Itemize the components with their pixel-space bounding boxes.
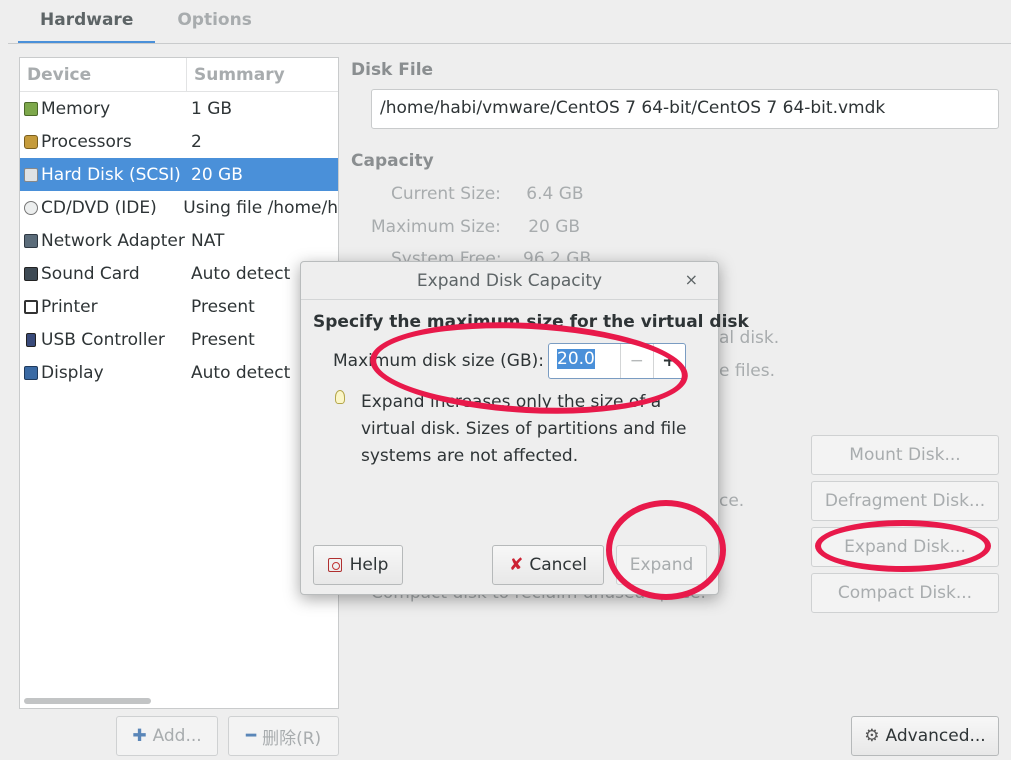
settings-icon: ⚙ bbox=[864, 726, 880, 746]
disk-file-heading: Disk File bbox=[351, 60, 434, 80]
max-disk-size-value: 20.0 bbox=[557, 349, 595, 369]
device-name: Network Adapter bbox=[41, 230, 185, 251]
device-summary: Present bbox=[191, 329, 255, 350]
device-summary: 20 GB bbox=[191, 164, 243, 185]
lightbulb-icon bbox=[335, 390, 345, 404]
column-header-summary[interactable]: Summary bbox=[187, 58, 292, 91]
device-name: Printer bbox=[41, 296, 98, 317]
device-summary: 1 GB bbox=[191, 98, 233, 119]
cd-dvd-icon bbox=[24, 200, 38, 215]
expand-button[interactable]: Expand bbox=[616, 545, 707, 585]
display-icon bbox=[24, 365, 38, 380]
add-button-label: Add... bbox=[152, 726, 202, 746]
utility-description-text: ce. bbox=[719, 491, 745, 511]
current-size-label: Current Size: bbox=[391, 184, 501, 204]
device-row-network-adapter[interactable]: Network Adapter NAT bbox=[20, 224, 338, 257]
remove-button[interactable]: ━ 删除(R) bbox=[228, 716, 339, 756]
device-summary: 2 bbox=[191, 131, 202, 152]
max-disk-size-spinbox[interactable]: 20.0 − + bbox=[548, 343, 686, 379]
device-row-usb-controller[interactable]: USB Controller Present bbox=[20, 323, 338, 356]
maximum-size-label: Maximum Size: bbox=[371, 217, 501, 237]
usb-icon bbox=[26, 332, 36, 347]
help-button-label: Help bbox=[349, 555, 389, 575]
device-list[interactable]: Device Summary Memory 1 GB Processors 2 … bbox=[19, 57, 339, 709]
device-name: Display bbox=[41, 362, 104, 383]
device-summary: Auto detect bbox=[191, 362, 291, 383]
device-name: Sound Card bbox=[41, 263, 140, 284]
tab-divider bbox=[8, 43, 1011, 44]
device-summary: Present bbox=[191, 296, 255, 317]
increment-button[interactable]: + bbox=[652, 344, 685, 378]
device-name: Hard Disk (SCSI) bbox=[41, 164, 181, 185]
maximum-size-value: 20 GB bbox=[528, 217, 581, 237]
device-name: Processors bbox=[41, 131, 132, 152]
device-name: Memory bbox=[41, 98, 111, 119]
device-row-processors[interactable]: Processors 2 bbox=[20, 125, 338, 158]
horizontal-scrollbar[interactable] bbox=[24, 698, 151, 704]
add-button[interactable]: ✚ Add... bbox=[116, 716, 218, 756]
dialog-heading: Specify the maximum size for the virtual… bbox=[313, 312, 749, 332]
mount-disk-button[interactable]: Mount Disk... bbox=[811, 435, 999, 475]
dialog-titlebar: Expand Disk Capacity × bbox=[301, 262, 718, 300]
device-list-header: Device Summary bbox=[20, 58, 338, 92]
cancel-button[interactable]: ✘ Cancel bbox=[492, 545, 604, 585]
device-name: USB Controller bbox=[41, 329, 165, 350]
max-disk-size-label: Maximum disk size (GB): bbox=[333, 351, 544, 371]
help-button[interactable]: Help bbox=[313, 545, 403, 585]
memory-icon bbox=[24, 101, 38, 116]
tab-bar: Hardware Options bbox=[18, 0, 274, 44]
decrement-button[interactable]: − bbox=[620, 344, 652, 378]
device-name: CD/DVD (IDE) bbox=[41, 197, 157, 218]
close-icon[interactable]: × bbox=[685, 270, 698, 289]
device-row-printer[interactable]: Printer Present bbox=[20, 290, 338, 323]
device-row-sound-card[interactable]: Sound Card Auto detect bbox=[20, 257, 338, 290]
device-summary: Using file /home/h bbox=[183, 197, 338, 218]
dialog-title: Expand Disk Capacity bbox=[416, 270, 603, 291]
sound-card-icon bbox=[24, 266, 38, 281]
network-adapter-icon bbox=[24, 233, 38, 248]
disk-file-path-field[interactable]: /home/habi/vmware/CentOS 7 64-bit/CentOS… bbox=[371, 89, 999, 129]
column-header-device[interactable]: Device bbox=[20, 58, 187, 91]
device-row-display[interactable]: Display Auto detect bbox=[20, 356, 338, 389]
printer-icon bbox=[24, 299, 38, 314]
current-size-value: 6.4 GB bbox=[526, 184, 584, 204]
device-row-cd-dvd[interactable]: CD/DVD (IDE) Using file /home/h bbox=[20, 191, 338, 224]
cancel-x-icon: ✘ bbox=[509, 555, 524, 575]
remove-button-label: 删除(R) bbox=[262, 728, 322, 749]
device-row-hard-disk[interactable]: Hard Disk (SCSI) 20 GB bbox=[20, 158, 338, 191]
help-icon bbox=[327, 558, 342, 572]
capacity-heading: Capacity bbox=[351, 151, 434, 171]
current-size-row: Current Size: 6.4 GB bbox=[391, 184, 584, 204]
minus-icon: ━ bbox=[245, 726, 257, 746]
advanced-button-label: Advanced... bbox=[885, 726, 986, 746]
device-row-memory[interactable]: Memory 1 GB bbox=[20, 92, 338, 125]
maximum-size-row: Maximum Size: 20 GB bbox=[371, 217, 580, 237]
utility-description-text: e files. bbox=[719, 361, 776, 381]
device-summary: Auto detect bbox=[191, 263, 291, 284]
expand-disk-dialog: Expand Disk Capacity × Specify the maxim… bbox=[300, 261, 749, 595]
hard-disk-icon bbox=[24, 167, 38, 182]
processor-icon bbox=[24, 134, 38, 149]
max-disk-size-input[interactable]: 20.0 bbox=[549, 344, 620, 378]
compact-disk-button[interactable]: Compact Disk... bbox=[811, 573, 999, 613]
dialog-note: Expand increases only the size of a virt… bbox=[361, 392, 687, 466]
advanced-button[interactable]: ⚙ Advanced... bbox=[851, 716, 999, 756]
tab-options[interactable]: Options bbox=[155, 0, 273, 44]
cancel-button-label: Cancel bbox=[529, 555, 587, 575]
expand-disk-button[interactable]: Expand Disk... bbox=[811, 527, 999, 567]
defragment-disk-button[interactable]: Defragment Disk... bbox=[811, 481, 999, 521]
tab-hardware[interactable]: Hardware bbox=[18, 0, 156, 44]
plus-icon: ✚ bbox=[132, 726, 147, 746]
device-summary: NAT bbox=[191, 230, 225, 251]
